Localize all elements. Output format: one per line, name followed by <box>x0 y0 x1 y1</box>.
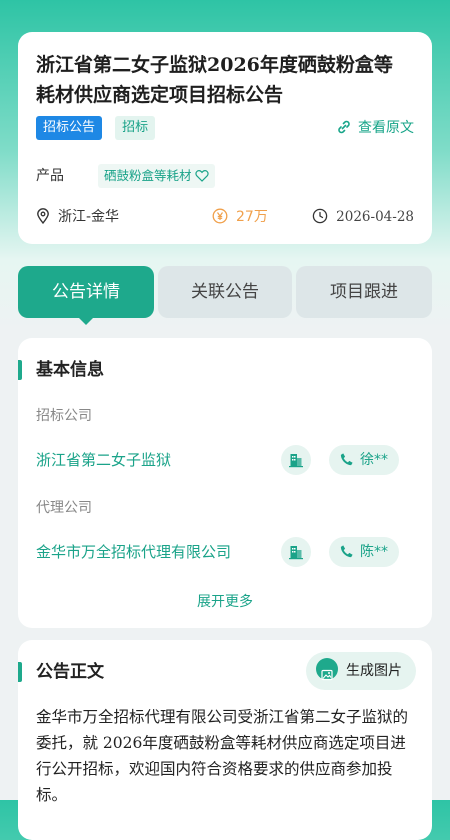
announcement-header-card: 浙江省第二女子监狱2026年度硒鼓粉盒等耗材供应商选定项目招标公告 招标公告 招… <box>18 32 432 244</box>
publish-date: 2026-04-28 <box>312 206 414 228</box>
page-title: 浙江省第二女子监狱2026年度硒鼓粉盒等耗材供应商选定项目招标公告 <box>36 54 393 106</box>
agent-label: 代理公司 <box>36 500 92 516</box>
detail-tabs: 公告详情 关联公告 项目跟进 <box>18 266 432 325</box>
tenderer-row: 浙江省第二女子监狱 徐** <box>36 444 414 478</box>
tab-label: 公告详情 <box>52 282 120 302</box>
announcement-body-card: 公告正文 生成图片 金华市万全招标代理有限公司受浙江省第二女子监狱的委托，就 2… <box>18 640 432 840</box>
heart-icon <box>194 170 209 182</box>
image-icon <box>316 658 338 681</box>
meta-row: 浙江-金华 27万 2026-04-28 <box>36 206 414 228</box>
building-icon <box>289 454 303 468</box>
tenderer-company-button[interactable] <box>281 445 311 475</box>
tenderer-name[interactable]: 浙江省第二女子监狱 <box>36 448 171 472</box>
agent-row: 金华市万全招标代理有限公司 陈** <box>36 536 414 570</box>
location: 浙江-金华 <box>36 206 119 228</box>
location-pin-icon <box>37 208 49 225</box>
product-value: 硒鼓粉盒等耗材 <box>104 168 192 183</box>
section-title: 公告正文 <box>36 662 104 682</box>
section-accent-bar <box>18 662 22 682</box>
building-icon <box>289 546 303 560</box>
location-text: 浙江-金华 <box>58 209 120 225</box>
stage-tag: 招标 <box>115 116 156 140</box>
date-text: 2026-04-28 <box>336 209 414 225</box>
tab-announcement-details[interactable]: 公告详情 <box>18 266 154 325</box>
type-tag: 招标公告 <box>36 116 103 140</box>
announcement-body-header: 公告正文 生成图片 <box>18 652 416 692</box>
tab-label: 关联公告 <box>191 282 259 302</box>
tab-label: 项目跟进 <box>330 282 398 302</box>
product-row: 产品 硒鼓粉盒等耗材 <box>36 164 414 188</box>
agent-name[interactable]: 金华市万全招标代理有限公司 <box>36 540 231 564</box>
tab-project-tracking[interactable]: 项目跟进 <box>296 266 432 318</box>
tags-row: 招标公告 招标 查看原文 <box>36 116 414 142</box>
clock-icon <box>312 208 328 224</box>
phone-icon <box>340 545 353 558</box>
product-label: 产品 <box>36 168 64 184</box>
generate-image-button[interactable]: 生成图片 <box>306 652 416 690</box>
section-title: 基本信息 <box>36 360 104 380</box>
yen-coin-icon <box>212 208 228 224</box>
budget-amount: 27万 <box>212 206 268 228</box>
tab-related-announcements[interactable]: 关联公告 <box>158 266 292 318</box>
tenderer-contact-button[interactable]: 徐** <box>329 445 399 475</box>
tenderer-contact-name: 徐** <box>360 452 388 468</box>
amount-text: 27万 <box>236 209 268 225</box>
product-tag[interactable]: 硒鼓粉盒等耗材 <box>98 164 215 188</box>
section-accent-bar <box>18 360 22 380</box>
agent-contact-name: 陈** <box>360 544 388 560</box>
active-tab-indicator <box>78 317 94 325</box>
view-original-label: 查看原文 <box>358 120 414 136</box>
expand-more-button[interactable]: 展开更多 <box>36 592 414 612</box>
agent-company-button[interactable] <box>281 537 311 567</box>
agent-contact-button[interactable]: 陈** <box>329 537 399 567</box>
tenderer-label: 招标公司 <box>36 408 92 424</box>
phone-icon <box>340 453 353 466</box>
basic-info-card: 基本信息 招标公司 浙江省第二女子监狱 徐** 代理公司 金华市万全招标代理有限… <box>18 338 432 628</box>
announcement-body-text: 金华市万全招标代理有限公司受浙江省第二女子监狱的委托，就 2026年度硒鼓粉盒等… <box>36 708 409 804</box>
generate-image-label: 生成图片 <box>346 663 402 679</box>
view-original-link[interactable]: 查看原文 <box>336 116 414 140</box>
link-icon <box>338 120 350 134</box>
basic-info-header: 基本信息 <box>18 358 414 382</box>
